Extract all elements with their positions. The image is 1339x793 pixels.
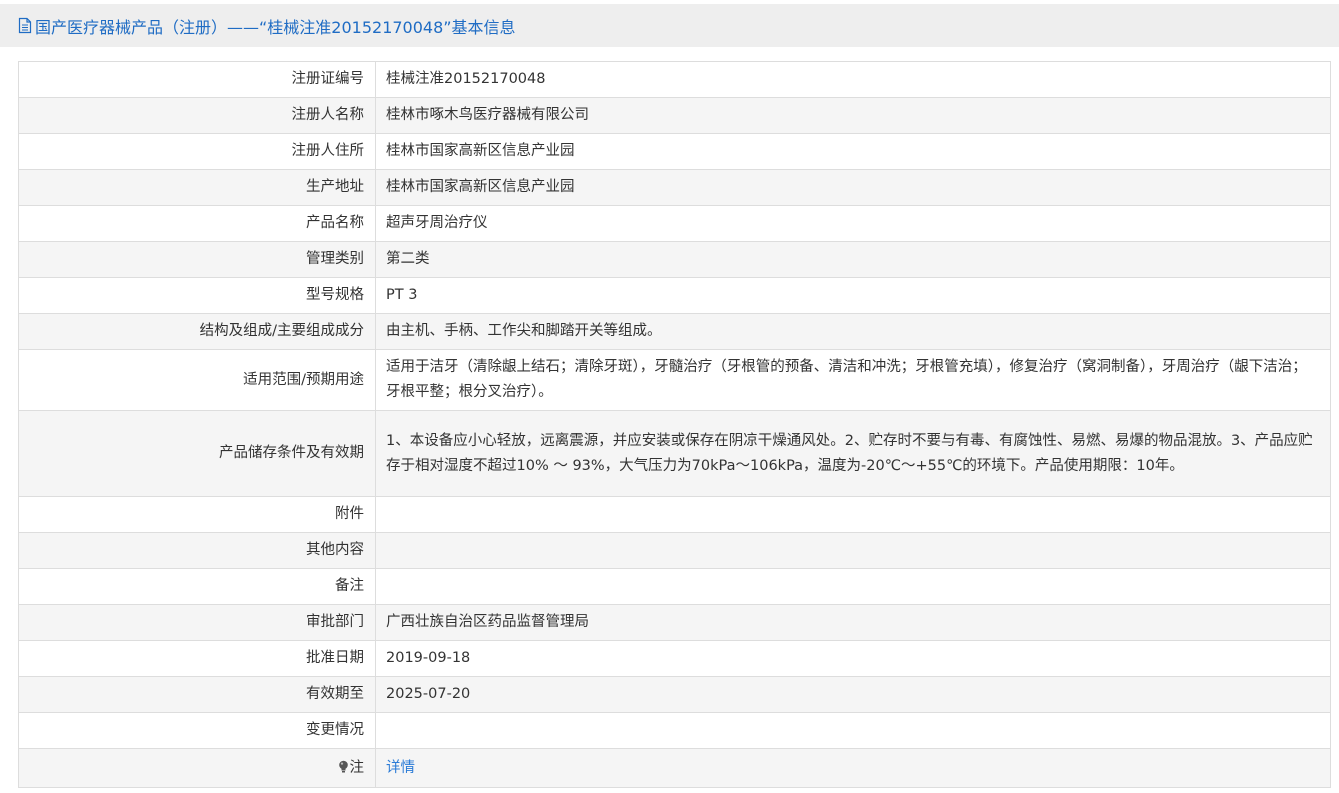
- row-intended-use: 适用范围/预期用途 适用于洁牙（清除龈上结石；清除牙斑），牙髓治疗（牙根管的预备…: [18, 349, 1331, 411]
- label-registrant-name: 注册人名称: [18, 97, 376, 134]
- label-change-status: 变更情况: [18, 712, 376, 749]
- page-header: 国产医疗器械产品（注册）——“桂械注准20152170048”基本信息: [0, 4, 1339, 47]
- row-structure-composition: 结构及组成/主要组成成分 由主机、手柄、工作尖和脚踏开关等组成。: [18, 313, 1331, 350]
- row-note: 注 详情: [18, 748, 1331, 788]
- value-other-content: [375, 532, 1331, 569]
- device-info-table: 注册证编号 桂械注准20152170048 注册人名称 桂林市啄木鸟医疗器械有限…: [18, 61, 1331, 788]
- row-registrant-name: 注册人名称 桂林市啄木鸟医疗器械有限公司: [18, 97, 1331, 134]
- page-title: 国产医疗器械产品（注册）——“桂械注准20152170048”基本信息: [35, 17, 516, 37]
- value-storage-validity: 1、本设备应小心轻放，远离震源，并应安装或保存在阴凉干燥通风处。2、贮存时不要与…: [375, 410, 1331, 497]
- label-registration-number: 注册证编号: [18, 61, 376, 98]
- row-registrant-address: 注册人住所 桂林市国家高新区信息产业园: [18, 133, 1331, 170]
- row-attachments: 附件: [18, 496, 1331, 533]
- label-valid-until: 有效期至: [18, 676, 376, 713]
- value-valid-until: 2025-07-20: [375, 676, 1331, 713]
- label-approval-department: 审批部门: [18, 604, 376, 641]
- label-structure-composition: 结构及组成/主要组成成分: [18, 313, 376, 350]
- row-production-address: 生产地址 桂林市国家高新区信息产业园: [18, 169, 1331, 206]
- label-intended-use: 适用范围/预期用途: [18, 349, 376, 411]
- note-label-text: 注: [349, 759, 365, 776]
- label-product-name: 产品名称: [18, 205, 376, 242]
- label-production-address: 生产地址: [18, 169, 376, 206]
- row-registration-number: 注册证编号 桂械注准20152170048: [18, 61, 1331, 98]
- value-note: 详情: [375, 748, 1331, 788]
- row-model-spec: 型号规格 PT 3: [18, 277, 1331, 314]
- value-registration-number: 桂械注准20152170048: [375, 61, 1331, 98]
- row-change-status: 变更情况: [18, 712, 1331, 749]
- value-change-status: [375, 712, 1331, 749]
- label-storage-validity: 产品储存条件及有效期: [18, 410, 376, 497]
- row-other-content: 其他内容: [18, 532, 1331, 569]
- value-model-spec: PT 3: [375, 277, 1331, 314]
- value-product-name: 超声牙周治疗仪: [375, 205, 1331, 242]
- lightbulb-icon: [338, 760, 349, 773]
- row-product-name: 产品名称 超声牙周治疗仪: [18, 205, 1331, 242]
- value-attachments: [375, 496, 1331, 533]
- label-management-category: 管理类别: [18, 241, 376, 278]
- details-link[interactable]: 详情: [386, 760, 415, 776]
- label-remarks: 备注: [18, 568, 376, 605]
- row-valid-until: 有效期至 2025-07-20: [18, 676, 1331, 713]
- value-management-category: 第二类: [375, 241, 1331, 278]
- label-other-content: 其他内容: [18, 532, 376, 569]
- value-intended-use: 适用于洁牙（清除龈上结石；清除牙斑），牙髓治疗（牙根管的预备、清洁和冲洗；牙根管…: [375, 349, 1331, 411]
- value-registrant-name: 桂林市啄木鸟医疗器械有限公司: [375, 97, 1331, 134]
- label-attachments: 附件: [18, 496, 376, 533]
- value-remarks: [375, 568, 1331, 605]
- value-approval-department: 广西壮族自治区药品监督管理局: [375, 604, 1331, 641]
- row-approval-department: 审批部门 广西壮族自治区药品监督管理局: [18, 604, 1331, 641]
- row-storage-validity: 产品储存条件及有效期 1、本设备应小心轻放，远离震源，并应安装或保存在阴凉干燥通…: [18, 410, 1331, 497]
- row-management-category: 管理类别 第二类: [18, 241, 1331, 278]
- label-registrant-address: 注册人住所: [18, 133, 376, 170]
- document-icon: [18, 17, 32, 34]
- row-approval-date: 批准日期 2019-09-18: [18, 640, 1331, 677]
- value-structure-composition: 由主机、手柄、工作尖和脚踏开关等组成。: [375, 313, 1331, 350]
- label-note: 注: [18, 748, 376, 788]
- row-remarks: 备注: [18, 568, 1331, 605]
- label-approval-date: 批准日期: [18, 640, 376, 677]
- value-production-address: 桂林市国家高新区信息产业园: [375, 169, 1331, 206]
- value-registrant-address: 桂林市国家高新区信息产业园: [375, 133, 1331, 170]
- value-approval-date: 2019-09-18: [375, 640, 1331, 677]
- label-model-spec: 型号规格: [18, 277, 376, 314]
